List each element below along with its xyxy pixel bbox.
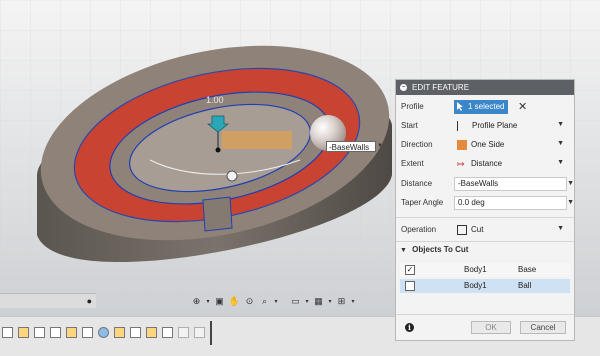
objects-to-cut-title: Objects To Cut — [412, 245, 469, 254]
distance-input[interactable]: -BaseWalls ▼ — [454, 176, 574, 191]
ok-button[interactable]: OK — [471, 321, 511, 334]
start-row: Start Profile Plane ▼ — [396, 117, 574, 134]
caret-down-icon[interactable]: ▼ — [567, 199, 574, 206]
chevron-down-icon[interactable]: ▾ — [304, 295, 310, 308]
caret-down-icon: ▼ — [557, 139, 564, 147]
close-icon[interactable]: ✕ — [518, 100, 527, 113]
cursor-icon — [457, 102, 463, 111]
table-row[interactable]: ✓ Body1 Base — [400, 263, 570, 277]
start-value: Profile Plane — [472, 121, 518, 130]
operation-value: Cut — [471, 225, 484, 234]
timeline-feature-icon[interactable] — [130, 327, 141, 338]
dialog-title: EDIT FEATURE — [412, 83, 470, 92]
profile-select-button[interactable]: 1 selected — [454, 99, 508, 114]
chevron-down-icon[interactable]: ▾ — [350, 295, 356, 308]
operation-row: Operation Cut ▼ — [396, 221, 574, 238]
direction-label: Direction — [401, 140, 433, 149]
navigation-bar: ⊕ ▾ ▣ ✋ ⊙ ⌕ ▾ ▭ ▾ ▦ ▾ ⊞ ▾ — [190, 294, 356, 309]
distance-value-box[interactable]: -BaseWalls — [326, 141, 376, 152]
divider — [396, 217, 574, 218]
operation-label: Operation — [401, 225, 437, 234]
grid-settings-icon[interactable]: ▦ — [312, 295, 325, 308]
chevron-down-icon[interactable]: ▾ — [327, 295, 333, 308]
pan-icon[interactable]: ✋ — [228, 295, 241, 308]
caret-down-icon[interactable]: ▼ — [377, 143, 383, 149]
taper-angle-value: 0.0 deg — [458, 198, 485, 207]
browser-strip: ● — [0, 293, 96, 308]
direction-select[interactable]: One Side ▼ — [454, 138, 567, 152]
start-select[interactable]: Profile Plane ▼ — [454, 119, 567, 133]
timeline-marker[interactable] — [210, 321, 212, 345]
caret-down-icon: ▼ — [400, 247, 407, 254]
timeline-feature-icon[interactable] — [162, 327, 173, 338]
distance-label: Distance — [401, 179, 433, 188]
extent-row: Extent ↦ Distance ▼ — [396, 155, 574, 172]
timeline-feature-icon[interactable] — [178, 327, 189, 338]
start-label: Start — [401, 121, 418, 130]
distance-icon: ↦ — [457, 158, 465, 169]
body-cell: Body1 — [464, 281, 487, 290]
table-row[interactable]: Body1 Ball — [400, 279, 570, 293]
divider — [396, 314, 574, 315]
viewports-icon[interactable]: ⊞ — [335, 295, 348, 308]
component-cell: Ball — [518, 281, 532, 290]
caret-down-icon: ▼ — [557, 120, 564, 128]
profile-label: Profile — [401, 102, 424, 111]
fit-icon[interactable]: ⌕ — [258, 295, 271, 308]
divider — [396, 241, 574, 242]
zoom-icon[interactable]: ⊙ — [243, 295, 256, 308]
direction-value: One Side — [471, 140, 505, 149]
cancel-button[interactable]: Cancel — [520, 321, 566, 334]
chevron-down-icon[interactable]: ▾ — [273, 295, 279, 308]
timeline-feature-icon[interactable] — [194, 327, 205, 338]
extent-select[interactable]: ↦ Distance ▼ — [454, 157, 567, 171]
taper-angle-input[interactable]: 0.0 deg ▼ — [454, 195, 574, 210]
timeline-feature-icon[interactable] — [2, 327, 13, 338]
caret-down-icon[interactable]: ▼ — [567, 180, 574, 187]
chevron-down-icon[interactable]: ▾ — [205, 295, 211, 308]
objects-to-cut-header[interactable]: ▼ Objects To Cut — [400, 245, 468, 254]
profile-plane-icon — [457, 120, 468, 131]
timeline-feature-icon[interactable] — [34, 327, 45, 338]
taper-angle-row: Taper Angle 0.0 deg ▼ — [396, 194, 574, 211]
component-cell: Base — [518, 265, 537, 274]
checkbox-checked[interactable]: ✓ — [405, 265, 415, 275]
profile-row: Profile 1 selected ✕ — [396, 98, 574, 115]
timeline-feature-icon[interactable] — [66, 327, 77, 338]
info-icon[interactable]: i — [405, 323, 414, 332]
body-cell: Body1 — [464, 265, 487, 274]
timeline-feature-icon[interactable] — [82, 327, 93, 338]
dimension-label: 1.00 — [206, 95, 224, 105]
direction-row: Direction One Side ▼ — [396, 136, 574, 153]
timeline-feature-icon[interactable] — [50, 327, 61, 338]
operation-select[interactable]: Cut ▼ — [454, 223, 567, 237]
orbit-icon[interactable]: ⊕ — [190, 295, 203, 308]
dialog-header: − EDIT FEATURE — [396, 80, 574, 95]
taper-angle-label: Taper Angle — [401, 198, 444, 207]
caret-down-icon: ▼ — [557, 224, 564, 232]
edit-feature-dialog: − EDIT FEATURE Profile 1 selected ✕ Star… — [395, 79, 575, 341]
distance-row: Distance -BaseWalls ▼ — [396, 175, 574, 192]
distance-value: -BaseWalls — [458, 179, 499, 188]
collapse-icon[interactable]: − — [400, 84, 407, 91]
caret-down-icon: ▼ — [557, 158, 564, 166]
profile-value: 1 selected — [468, 102, 505, 111]
timeline-feature-icon[interactable] — [114, 327, 125, 338]
extent-value: Distance — [471, 159, 503, 168]
gear-icon[interactable]: ● — [87, 296, 92, 306]
timeline-feature-icon[interactable] — [146, 327, 157, 338]
timeline-feature-icon[interactable] — [18, 327, 29, 338]
timeline-feature-icon[interactable] — [98, 327, 109, 338]
display-settings-icon[interactable]: ▭ — [289, 295, 302, 308]
cut-icon — [457, 224, 467, 235]
checkbox-unchecked[interactable] — [405, 281, 415, 291]
look-at-icon[interactable]: ▣ — [213, 295, 226, 308]
extent-label: Extent — [401, 159, 424, 168]
one-side-icon — [457, 139, 467, 150]
